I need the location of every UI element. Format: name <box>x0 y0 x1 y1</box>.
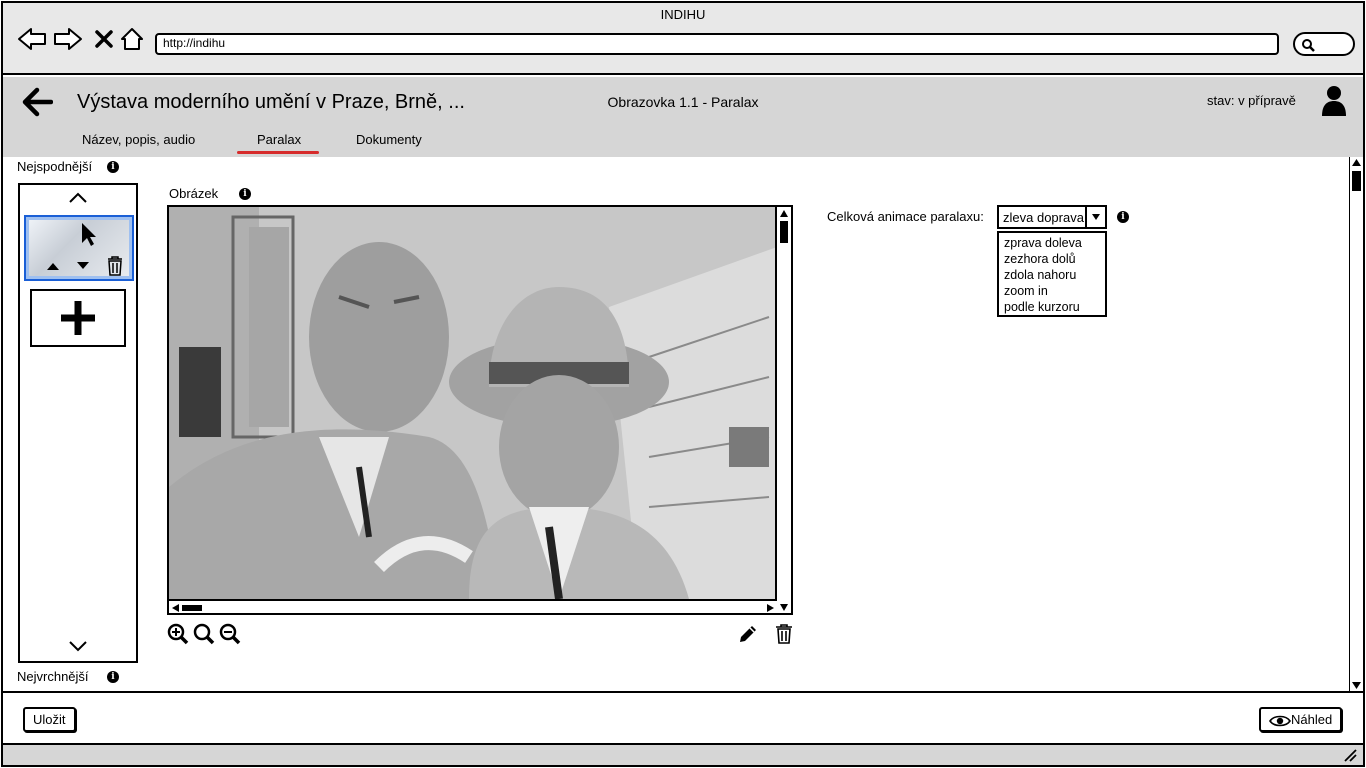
dropdown-toggle[interactable] <box>1085 207 1105 227</box>
chevron-down-icon <box>69 641 87 652</box>
trash-icon[interactable] <box>106 255 124 277</box>
add-layer-button[interactable] <box>30 289 126 347</box>
zoom-in-button[interactable] <box>167 623 189 645</box>
zoom-reset-button[interactable] <box>193 623 215 645</box>
screen-name: Obrazovka 1.1 - Paralax <box>607 94 759 110</box>
layers-top-label: Nejvrchnější <box>17 669 89 684</box>
scroll-up-button[interactable] <box>68 191 88 209</box>
photo-image <box>169 207 777 599</box>
delete-image-button[interactable] <box>773 623 795 645</box>
tab-name-description-audio[interactable]: Název, popis, audio <box>82 132 195 147</box>
scrollbar-track-icon <box>780 210 788 611</box>
layer-item[interactable] <box>24 215 134 281</box>
url-input[interactable]: http://indihu <box>155 33 1279 55</box>
info-icon[interactable]: i <box>239 188 251 200</box>
animation-select[interactable]: zleva doprava <box>997 205 1107 229</box>
browser-window: INDIHU http://indihu Výstava moderního u… <box>1 1 1365 767</box>
zoom-in-icon <box>167 623 189 645</box>
image-horizontal-scrollbar[interactable] <box>169 599 777 613</box>
resize-grip-icon[interactable] <box>1343 748 1357 762</box>
trash-icon <box>776 624 792 644</box>
window-title: INDIHU <box>660 7 706 22</box>
home-icon <box>121 28 143 50</box>
browser-search[interactable] <box>1293 32 1355 56</box>
zoom-out-icon <box>219 623 241 645</box>
move-down-icon[interactable] <box>76 261 90 271</box>
save-button[interactable]: Uložit <box>23 707 76 732</box>
app-header: Výstava moderního umění v Praze, Brně, .… <box>3 77 1363 157</box>
stop-button[interactable] <box>89 25 119 53</box>
info-icon[interactable]: i <box>107 161 119 173</box>
edit-image-button[interactable] <box>737 623 759 645</box>
zoom-out-button[interactable] <box>219 623 241 645</box>
user-icon <box>1322 86 1346 116</box>
back-button[interactable] <box>21 87 54 122</box>
forward-nav-button[interactable] <box>53 25 83 53</box>
dropdown-option[interactable]: podle kurzoru <box>1004 299 1100 315</box>
active-tab-indicator <box>237 151 319 154</box>
preview-button[interactable]: Náhled <box>1259 707 1343 732</box>
browser-chrome: INDIHU http://indihu <box>3 3 1363 75</box>
scrollbar-track-icon <box>1352 159 1361 689</box>
pencil-icon <box>740 626 756 642</box>
home-button[interactable] <box>117 25 147 53</box>
page-scrollbar[interactable] <box>1349 157 1363 691</box>
editor-content: Nejspodnější i Nejvrchnější i Obrázek i <box>3 157 1363 691</box>
caret-down-icon <box>1092 214 1100 220</box>
plus-icon <box>61 301 95 335</box>
arrow-right-icon <box>54 28 82 50</box>
close-icon <box>95 30 113 48</box>
scrollbar-track-icon <box>172 604 774 612</box>
animation-selected-value: zleva doprava <box>1003 210 1084 225</box>
animation-options-list: zprava doleva zezhora dolů zdola nahoru … <box>997 231 1107 317</box>
eye-icon <box>1269 715 1291 727</box>
image-viewer[interactable] <box>167 205 793 615</box>
back-nav-button[interactable] <box>17 25 47 53</box>
search-icon <box>1302 39 1315 52</box>
info-icon[interactable]: i <box>107 671 119 683</box>
tab-documents[interactable]: Dokumenty <box>356 132 422 147</box>
footer-bar: Uložit Náhled <box>3 691 1363 743</box>
exhibition-title: Výstava moderního umění v Praze, Brně, .… <box>77 91 465 113</box>
layer-list <box>18 183 138 663</box>
arrow-back-icon <box>22 87 54 117</box>
dropdown-option[interactable]: zprava doleva <box>1004 235 1100 251</box>
user-button[interactable] <box>1321 85 1347 122</box>
dropdown-option[interactable]: zezhora dolů <box>1004 251 1100 267</box>
cursor-icon <box>82 223 96 246</box>
tab-parallax[interactable]: Paralax <box>257 132 301 147</box>
image-label: Obrázek <box>169 186 219 201</box>
browser-status-bar <box>3 743 1363 765</box>
status-label: stav: v přípravě <box>1207 93 1296 108</box>
scroll-down-button[interactable] <box>68 639 88 657</box>
arrow-left-icon <box>18 28 46 50</box>
image-vertical-scrollbar[interactable] <box>775 207 791 613</box>
info-icon[interactable]: i <box>1117 211 1129 223</box>
layers-bottom-label: Nejspodnější <box>17 159 93 174</box>
zoom-toolbar <box>167 623 241 645</box>
move-up-icon[interactable] <box>46 261 60 271</box>
search-icon <box>193 623 215 645</box>
dropdown-option[interactable]: zdola nahoru <box>1004 267 1100 283</box>
animation-label: Celková animace paralaxu: <box>827 209 984 224</box>
parallax-photo <box>169 207 777 599</box>
chevron-up-icon <box>69 192 87 203</box>
dropdown-option[interactable]: zoom in <box>1004 283 1100 299</box>
preview-button-label: Náhled <box>1291 712 1333 727</box>
